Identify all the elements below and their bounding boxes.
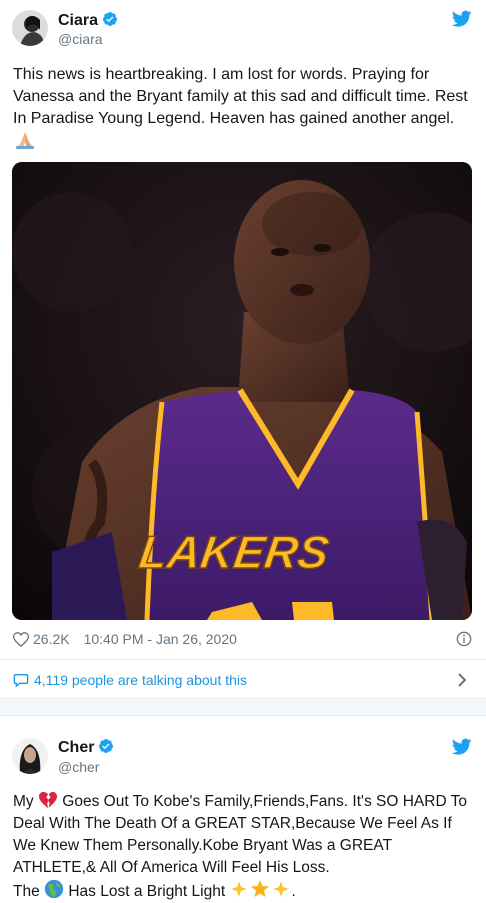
chevron-right-icon[interactable]	[456, 671, 468, 689]
verified-badge-icon	[99, 739, 114, 753]
tweet-photo[interactable]: LAKERS	[12, 162, 472, 620]
tweet-text: This news is heartbreaking. I am lost fo…	[13, 64, 472, 130]
author-handle[interactable]: @ciara	[58, 31, 103, 47]
tweet-line-1: My Goes Out To Kobe's Family,Friends,Fan…	[13, 791, 472, 813]
avatar[interactable]	[12, 738, 48, 774]
broken-heart-icon	[38, 791, 57, 809]
tweet-separator	[0, 698, 486, 716]
talking-about-text[interactable]: 4,119 people are talking about this	[34, 672, 247, 688]
text-segment: Goes Out To Kobe's Family,Friends,Fans. …	[62, 793, 468, 810]
jersey-text: LAKERS	[136, 526, 333, 578]
folded-hands-icon	[16, 132, 34, 149]
sparkles-star-icon	[231, 880, 290, 897]
tweet-meta: 26.2K 10:40 PM - Jan 26, 2020	[13, 631, 237, 647]
text-segment: The	[13, 883, 40, 900]
author-name-text[interactable]: Cher	[58, 739, 94, 756]
reply-bubble-icon	[13, 674, 29, 688]
info-icon[interactable]	[456, 631, 472, 647]
author-name[interactable]: Ciara	[58, 11, 118, 30]
tweet-line-5: The Has Lost a Bright Light .	[13, 879, 472, 903]
text-segment: My	[13, 793, 34, 810]
tweet-text: My Goes Out To Kobe's Family,Friends,Fan…	[13, 791, 472, 903]
author-handle[interactable]: @cher	[58, 759, 99, 775]
verified-badge-icon	[103, 12, 118, 26]
tweet-ciara: Ciara @ciara This news is heartbreaking.…	[0, 0, 486, 698]
divider	[0, 659, 486, 660]
like-count[interactable]: 26.2K	[33, 631, 70, 647]
text-segment: .	[291, 883, 296, 900]
globe-icon	[44, 879, 64, 899]
twitter-bird-icon[interactable]	[452, 738, 472, 756]
tweet-timestamp[interactable]: 10:40 PM - Jan 26, 2020	[84, 631, 237, 647]
twitter-bird-icon[interactable]	[452, 10, 472, 28]
talking-about-link[interactable]: 4,119 people are talking about this	[13, 672, 247, 688]
tweet-line-3: We Knew Them Personally.Kobe Bryant Was …	[13, 837, 393, 854]
avatar[interactable]	[12, 10, 48, 46]
heart-icon[interactable]	[13, 631, 29, 647]
tweet-text-content: This news is heartbreaking. I am lost fo…	[13, 66, 468, 127]
tweet-cher: Cher @cher My Goes Out To Kobe's Family,…	[0, 716, 486, 901]
author-name-text[interactable]: Ciara	[58, 12, 98, 29]
author-name[interactable]: Cher	[58, 738, 114, 757]
kobe-bryant-photo: LAKERS	[12, 162, 472, 620]
tweet-line-2: Deal With The Death Of a GREAT STAR,Beca…	[13, 815, 452, 832]
text-segment: Has Lost a Bright Light	[68, 883, 226, 900]
tweet-line-4: ATHLETE,& All Of America Will Feel His L…	[13, 859, 330, 876]
